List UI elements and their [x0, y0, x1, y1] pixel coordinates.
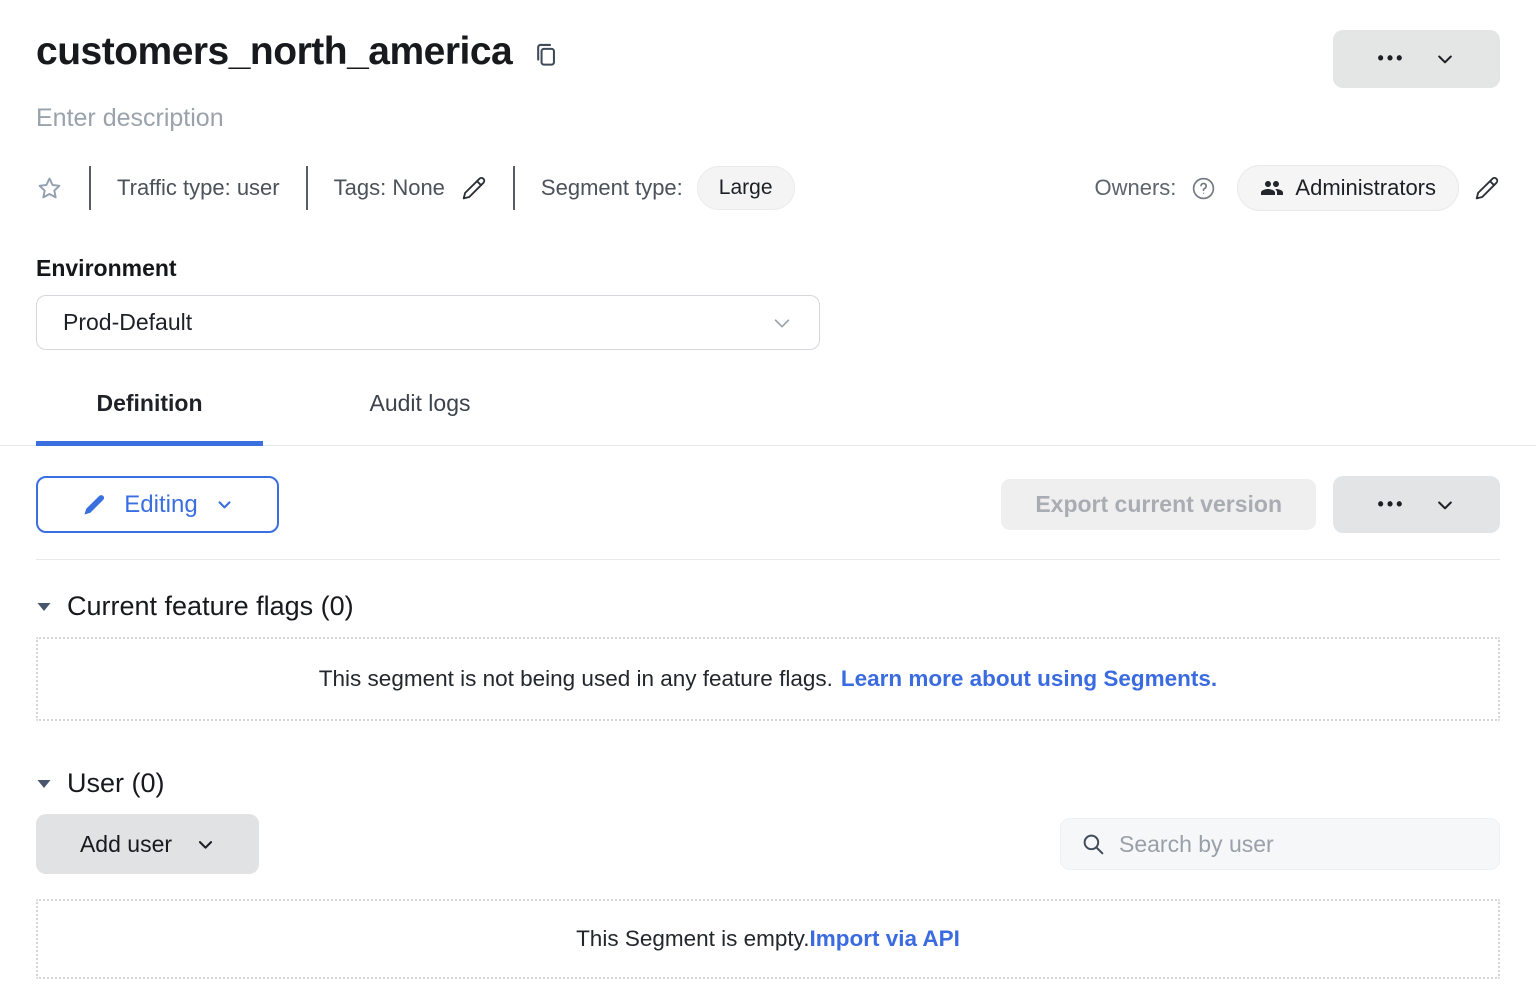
import-via-api-link[interactable]: Import via API	[809, 926, 959, 952]
environment-label: Environment	[36, 255, 1500, 282]
feature-flags-empty-text: This segment is not being used in any fe…	[319, 666, 833, 692]
user-search-box	[1060, 818, 1500, 870]
chevron-down-icon	[1435, 49, 1455, 69]
tags-label: Tags: None	[334, 175, 445, 201]
tab-definition[interactable]: Definition	[36, 390, 263, 445]
owners-label: Owners:	[1094, 175, 1176, 201]
chevron-down-icon	[1435, 495, 1455, 515]
toolbar-more-button[interactable]: •••	[1333, 476, 1500, 533]
tags-group: Tags: None	[334, 175, 487, 201]
collapse-triangle-icon	[36, 776, 52, 792]
traffic-type-label: Traffic type: user	[117, 175, 280, 201]
feature-flags-section-title: Current feature flags (0)	[67, 591, 354, 622]
segment-detail-page: customers_north_america ••• Enter descri…	[0, 0, 1536, 1002]
description-placeholder[interactable]: Enter description	[36, 104, 1500, 133]
title-group: customers_north_america	[36, 30, 559, 74]
meta-left: Traffic type: user Tags: None Segment ty…	[36, 166, 795, 210]
toolbar-right: Export current version •••	[1001, 476, 1500, 533]
ellipsis-icon: •••	[1378, 49, 1406, 67]
editing-mode-button[interactable]: Editing	[36, 476, 279, 533]
section-divider	[36, 559, 1500, 560]
add-user-button[interactable]: Add user	[36, 814, 259, 874]
user-section-header[interactable]: User (0)	[36, 768, 1500, 799]
edit-owners-icon[interactable]	[1474, 175, 1500, 201]
chevron-down-icon	[196, 835, 215, 854]
segment-type-label: Segment type:	[541, 175, 683, 201]
help-circle-icon[interactable]	[1191, 176, 1216, 201]
meta-row: Traffic type: user Tags: None Segment ty…	[36, 165, 1500, 211]
segment-type-badge[interactable]: Large	[697, 166, 795, 210]
owners-badge[interactable]: Administrators	[1237, 165, 1459, 211]
chevron-down-icon	[216, 496, 233, 513]
learn-more-link[interactable]: Learn more about using Segments.	[841, 666, 1217, 692]
user-empty-state: This Segment is empty. Import via API	[36, 899, 1500, 979]
export-current-version-button[interactable]: Export current version	[1001, 479, 1316, 530]
people-icon	[1260, 176, 1284, 200]
pencil-icon	[82, 493, 106, 517]
environment-select[interactable]: Prod-Default	[36, 295, 820, 350]
feature-flags-empty-state: This segment is not being used in any fe…	[36, 637, 1500, 721]
edit-tags-icon[interactable]	[461, 175, 487, 201]
owners-group: Owners: Administrators	[1094, 165, 1500, 211]
ellipsis-icon: •••	[1378, 495, 1406, 513]
search-by-user-input[interactable]	[1119, 831, 1479, 858]
add-user-label: Add user	[80, 831, 172, 858]
meta-separator	[306, 166, 308, 210]
tab-bar: Definition Audit logs	[0, 390, 1536, 446]
feature-flags-section-header[interactable]: Current feature flags (0)	[36, 591, 1500, 622]
header-more-button[interactable]: •••	[1333, 30, 1500, 88]
editing-label: Editing	[124, 491, 197, 519]
user-controls-row: Add user	[36, 814, 1500, 874]
collapse-triangle-icon	[36, 599, 52, 615]
search-icon	[1081, 832, 1106, 857]
page-title: customers_north_america	[36, 30, 512, 74]
title-row: customers_north_america •••	[36, 0, 1500, 88]
tab-audit-logs[interactable]: Audit logs	[320, 390, 520, 445]
toolbar: Editing Export current version •••	[36, 476, 1500, 533]
copy-icon[interactable]	[532, 41, 559, 68]
user-section-title: User (0)	[67, 768, 165, 799]
meta-separator	[513, 166, 515, 210]
environment-selected-value: Prod-Default	[63, 309, 192, 336]
chevron-down-icon	[771, 312, 793, 334]
segment-empty-text: This Segment is empty.	[576, 926, 809, 952]
meta-separator	[89, 166, 91, 210]
star-icon[interactable]	[36, 175, 63, 202]
owners-value: Administrators	[1295, 175, 1436, 201]
segment-type-group: Segment type: Large	[541, 166, 795, 210]
